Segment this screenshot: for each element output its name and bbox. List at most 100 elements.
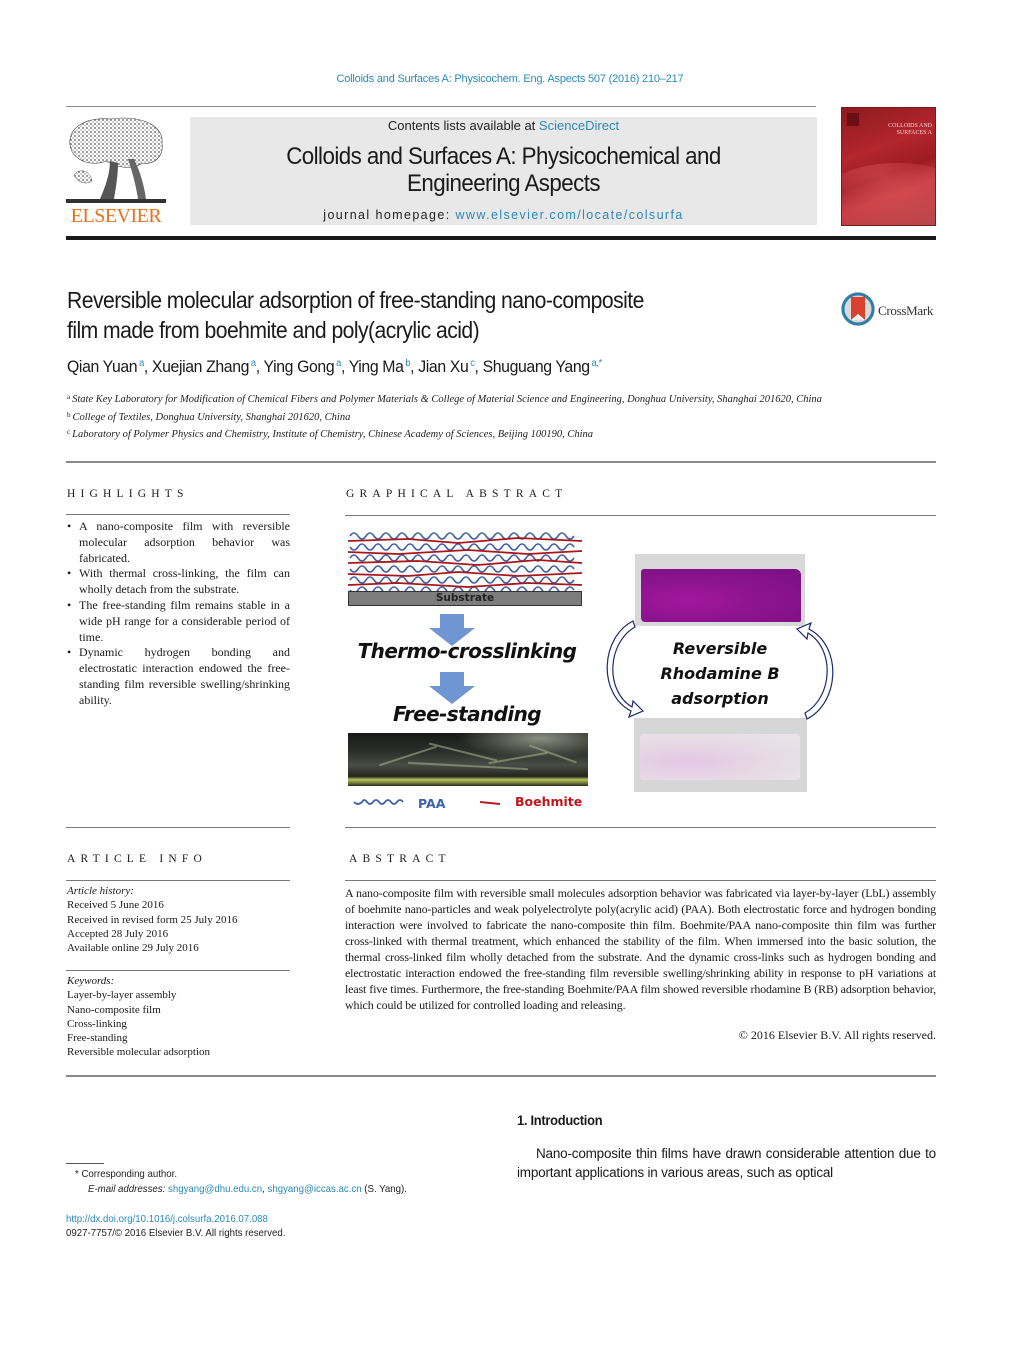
- cover-elsevier-icon: [847, 113, 859, 126]
- cover-title: COLLOIDS AND SURFACES A: [888, 123, 932, 136]
- email-link[interactable]: shgyang@dhu.edu.cn: [168, 1183, 262, 1195]
- doi-link[interactable]: http://dx.doi.org/10.1016/j.colsurfa.201…: [66, 1213, 268, 1225]
- free-standing-film-photo: [348, 733, 588, 786]
- email-suffix: (S. Yang).: [361, 1183, 407, 1195]
- down-arrow-icon: [429, 672, 475, 704]
- journal-citation-link[interactable]: Colloids and Surfaces A: Physicochem. En…: [0, 73, 1020, 85]
- abstract-text: A nano-composite film with reversible sm…: [345, 886, 936, 1012]
- graphical-abstract-bottom-rule: [345, 827, 936, 828]
- keyword: Reversible molecular adsorption: [67, 1046, 210, 1059]
- highlight-item: A nano-composite film with reversible mo…: [66, 519, 290, 566]
- article-title-line-2: film made from boehmite and poly(acrylic…: [67, 317, 480, 343]
- paa-chain-icon: [353, 799, 404, 805]
- highlights-heading: HIGHLIGHTS: [67, 488, 189, 500]
- journal-title-line-2: Engineering Aspects: [407, 170, 600, 197]
- keywords-label: Keywords:: [67, 975, 115, 987]
- journal-title: Colloids and Surfaces A: Physicochemical…: [212, 143, 795, 197]
- released-film-photo: [634, 718, 807, 792]
- author[interactable]: Xuejian Zhang a: [152, 357, 256, 376]
- sciencedirect-link[interactable]: ScienceDirect: [539, 118, 619, 133]
- graphical-abstract-rule: [345, 515, 936, 516]
- header-thick-rule: [66, 236, 936, 240]
- elsevier-tree-icon: [66, 117, 166, 203]
- article-title-line-1: Reversible molecular adsorption of free-…: [67, 287, 644, 313]
- abstract-copyright: © 2016 Elsevier B.V. All rights reserved…: [738, 1028, 936, 1042]
- lbl-layers-illustration: [348, 532, 582, 597]
- keyword: Cross-linking: [67, 1017, 127, 1030]
- abstract-heading: ABSTRACT: [349, 853, 451, 865]
- introduction-heading: 1. Introduction: [517, 1112, 603, 1128]
- affiliation: a State Key Laboratory for Modification o…: [67, 393, 822, 405]
- header-rule: [66, 106, 816, 107]
- footnote-rule: [66, 1163, 104, 1164]
- highlight-item: With thermal cross-linking, the film can…: [66, 566, 290, 598]
- email-footnote: E-mail addresses: shgyang@dhu.edu.cn, sh…: [88, 1183, 407, 1195]
- affiliation: c Laboratory of Polymer Physics and Chemi…: [67, 428, 594, 440]
- author[interactable]: Ying Gong a: [263, 357, 341, 376]
- author[interactable]: Shuguang Yang a,*: [483, 357, 603, 376]
- affiliation-mark[interactable]: a: [139, 358, 144, 369]
- corresponding-author-note: * Corresponding author.: [75, 1168, 178, 1180]
- cover-swoosh-decoration: [842, 163, 935, 225]
- journal-title-line-1: Colloids and Surfaces A: Physicochemical…: [286, 143, 721, 170]
- boehmite-line-icon: [479, 800, 501, 806]
- email-link[interactable]: shgyang@iccas.ac.cn: [268, 1183, 362, 1195]
- graphical-abstract-figure[interactable]: Substrate Thermo-crosslinking Free-stand…: [345, 520, 936, 820]
- contents-line: Contents lists available at ScienceDirec…: [190, 118, 817, 133]
- affiliation-mark[interactable]: a: [336, 358, 341, 369]
- reversible-rhodamine-label: Reversible Rhodamine B adsorption: [660, 639, 780, 708]
- email-label: E-mail addresses:: [88, 1183, 166, 1195]
- keyword: Layer-by-layer assembly: [67, 989, 177, 1002]
- affiliation-mark[interactable]: c: [470, 358, 475, 369]
- affiliation-mark[interactable]: b: [405, 358, 410, 369]
- article-history: Article history: Received 5 June 2016 Re…: [67, 884, 291, 955]
- keywords: Keywords: Layer-by-layer assembly Nano-c…: [67, 974, 291, 1060]
- contents-prefix: Contents lists available at: [387, 118, 539, 133]
- author[interactable]: Qian Yuan a: [67, 357, 144, 376]
- elsevier-wordmark: ELSEVIER: [70, 205, 162, 227]
- highlight-item: The free-standing film remains stable in…: [66, 598, 290, 645]
- crossmark-button[interactable]: CrossMark: [840, 291, 940, 329]
- substrate-label: Substrate: [348, 591, 582, 606]
- highlights-rule: [66, 514, 290, 515]
- affiliation: b College of Textiles, Donghua University…: [67, 410, 351, 423]
- keywords-rule: [66, 970, 290, 971]
- author[interactable]: Ying Ma b: [349, 357, 411, 376]
- issn-copyright: 0927-7757/© 2016 Elsevier B.V. All right…: [66, 1227, 286, 1239]
- author[interactable]: Jian Xu c: [418, 357, 475, 376]
- elsevier-logo[interactable]: ELSEVIER: [66, 115, 166, 227]
- graphical-abstract-heading: GRAPHICAL ABSTRACT: [346, 488, 568, 500]
- affiliation-mark[interactable]: a,*: [592, 358, 603, 369]
- crossmark-icon: [841, 292, 875, 326]
- boehmite-legend-label: Boehmite: [515, 794, 583, 809]
- front-matter-bottom-rule: [66, 1075, 936, 1077]
- highlight-item: Dynamic hydrogen bonding and electrostat…: [66, 645, 290, 708]
- homepage-link[interactable]: www.elsevier.com/locate/colsurfa: [456, 208, 684, 222]
- affiliations: a State Key Laboratory for Modification o…: [67, 390, 937, 443]
- journal-banner: Contents lists available at ScienceDirec…: [190, 117, 817, 225]
- author-list: Qian Yuan a, Xuejian Zhang a, Ying Gong a, …: [67, 357, 603, 376]
- free-standing-label: Free-standing: [393, 702, 541, 726]
- paa-legend-label: PAA: [418, 796, 446, 811]
- history-entry: Received 5 June 2016: [67, 899, 164, 912]
- affiliation-mark[interactable]: a: [251, 358, 256, 369]
- abstract-rule: [345, 880, 936, 881]
- crossmark-label: CrossMark: [878, 303, 934, 318]
- history-entry: Available online 29 July 2016: [67, 942, 199, 955]
- highlights-bottom-rule: [66, 827, 290, 828]
- history-entry: Accepted 28 July 2016: [67, 927, 169, 940]
- journal-homepage: journal homepage: www.elsevier.com/locat…: [190, 208, 817, 222]
- thermo-crosslinking-label: Thermo-crosslinking: [357, 639, 577, 663]
- introduction-text: Nano-composite thin films have drawn con…: [517, 1146, 936, 1180]
- history-entry: Received in revised form 25 July 2016: [67, 913, 238, 926]
- keyword: Free-standing: [67, 1032, 128, 1045]
- article-info-rule: [66, 880, 290, 881]
- journal-cover-image[interactable]: COLLOIDS AND SURFACES A: [841, 107, 936, 226]
- homepage-prefix: journal homepage:: [323, 208, 456, 222]
- highlights-list: A nano-composite film with reversible mo…: [66, 519, 290, 709]
- article-info-heading: ARTICLE INFO: [67, 853, 207, 865]
- article-history-label: Article history:: [67, 885, 134, 897]
- article-title: Reversible molecular adsorption of free-…: [67, 285, 766, 345]
- section-rule: [66, 461, 936, 463]
- keyword: Nano-composite film: [67, 1003, 161, 1016]
